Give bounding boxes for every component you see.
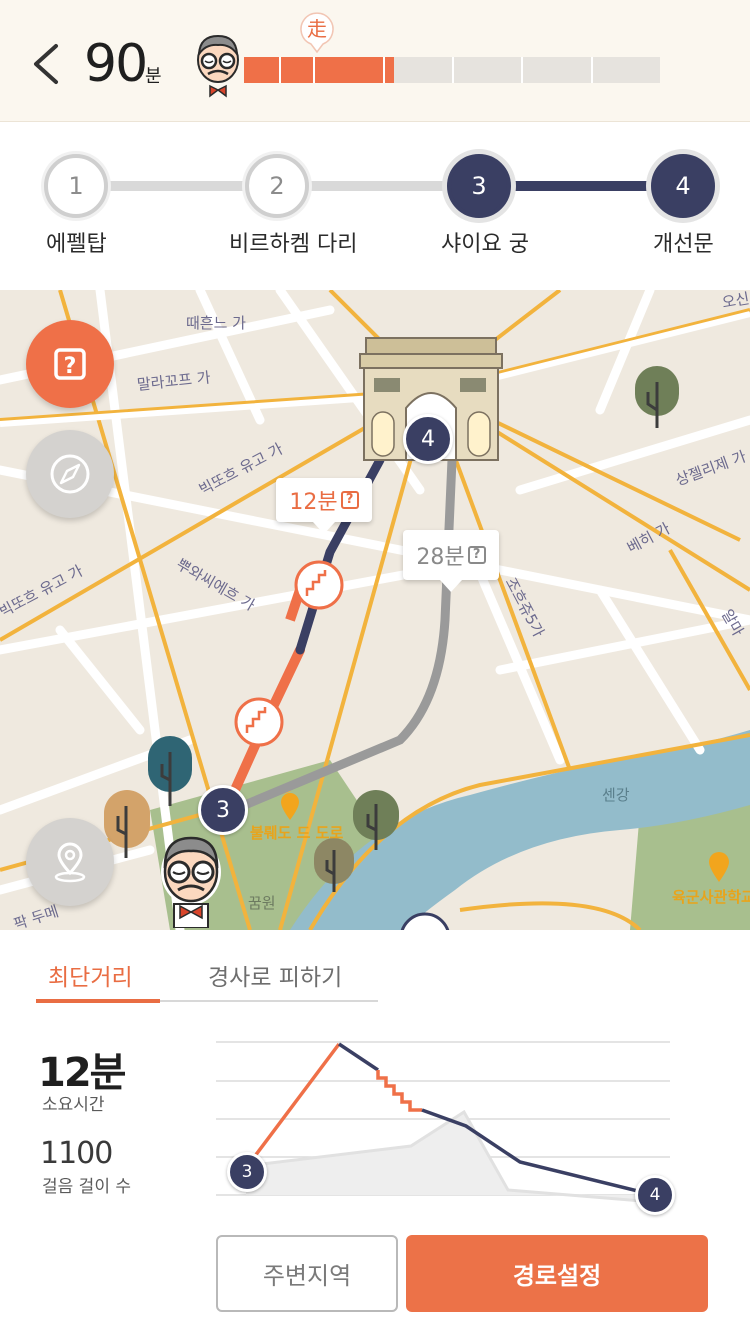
alt-route-time-callout[interactable]: 28분? bbox=[403, 530, 499, 592]
progress-divider bbox=[521, 57, 523, 83]
question-icon: ? bbox=[467, 546, 486, 564]
tab-avoid-slopes[interactable]: 경사로 피하기 bbox=[208, 958, 342, 992]
svg-text:?: ? bbox=[64, 354, 77, 379]
nearby-area-button[interactable]: 주변지역 bbox=[216, 1235, 398, 1312]
steps-value: 1100 bbox=[40, 1136, 113, 1171]
user-avatar-icon bbox=[161, 836, 221, 928]
chart-node-4: 4 bbox=[635, 1175, 675, 1215]
step-1-label: 에펠탑 bbox=[46, 232, 107, 257]
route-stepper bbox=[0, 122, 750, 290]
step-2-button[interactable]: 2 bbox=[245, 154, 309, 218]
step-4-label: 개선문 bbox=[653, 232, 714, 257]
remaining-time: 90 bbox=[84, 34, 148, 94]
step-number: 2 bbox=[269, 172, 285, 200]
step-number: 1 bbox=[68, 172, 84, 200]
progress-divider bbox=[591, 57, 593, 83]
callout-time: 28분 bbox=[416, 545, 465, 570]
street-label: 때흔느 가 bbox=[186, 314, 246, 332]
time-progress-fill bbox=[244, 57, 394, 83]
node-number: 3 bbox=[216, 797, 230, 823]
chart-node-number: 3 bbox=[241, 1162, 253, 1182]
steps-label: 걸음 걸이 수 bbox=[42, 1177, 132, 1197]
river-label: 센강 bbox=[602, 786, 630, 804]
shortest-route-time-callout[interactable]: 12분? bbox=[276, 478, 372, 534]
park-label: 꿈원 bbox=[248, 894, 276, 912]
progress-divider bbox=[452, 57, 454, 83]
shortest-route-profile-dark bbox=[338, 1042, 379, 1072]
step-number: 4 bbox=[675, 172, 691, 200]
map-canvas bbox=[0, 290, 750, 930]
walk-marker-label: 走 bbox=[307, 17, 327, 41]
chart-node-number: 4 bbox=[649, 1185, 661, 1205]
location-button[interactable] bbox=[26, 818, 114, 906]
compass-icon bbox=[50, 454, 90, 494]
remaining-time-unit: 분 bbox=[145, 66, 162, 87]
tab-shortest-distance[interactable]: 최단거리 bbox=[48, 958, 133, 992]
tab-active-indicator bbox=[36, 999, 160, 1003]
chart-node-3: 3 bbox=[227, 1152, 267, 1192]
map-node-4[interactable]: 4 bbox=[403, 414, 453, 464]
compass-button[interactable] bbox=[26, 430, 114, 518]
step-number: 3 bbox=[471, 172, 487, 200]
top-bar: 90 분 走 bbox=[0, 0, 750, 122]
back-button[interactable] bbox=[22, 36, 72, 92]
step-2-label: 비르하켐 다리 bbox=[229, 232, 358, 257]
step-4-button[interactable]: 4 bbox=[651, 154, 715, 218]
chevron-left-icon bbox=[34, 44, 58, 84]
set-route-button[interactable]: 경로설정 bbox=[406, 1235, 708, 1312]
elevation-profile bbox=[216, 1041, 670, 1204]
progress-divider bbox=[313, 57, 315, 83]
shortest-route-profile-orange bbox=[244, 1042, 341, 1170]
question-icon: ? bbox=[340, 491, 359, 509]
callout-time: 12분 bbox=[289, 490, 338, 515]
node-number: 4 bbox=[421, 426, 435, 452]
old-man-avatar-icon bbox=[197, 34, 239, 98]
location-pin-icon bbox=[54, 842, 86, 883]
help-button[interactable]: ? bbox=[26, 320, 114, 408]
step-3-button[interactable]: 3 bbox=[447, 154, 511, 218]
progress-divider bbox=[383, 57, 385, 83]
walk-marker-icon: 走 bbox=[300, 12, 334, 54]
progress-divider bbox=[279, 57, 281, 83]
street-label: 불뤠도 드 도로 bbox=[250, 824, 344, 842]
poi-label: 육군사관학교 bbox=[672, 888, 750, 906]
step-3-label: 샤이요 궁 bbox=[441, 232, 529, 257]
shortest-route-profile-stairs bbox=[376, 1070, 422, 1112]
question-icon: ? bbox=[54, 348, 86, 380]
step-1-button[interactable]: 1 bbox=[44, 154, 108, 218]
duration-label: 소요시간 bbox=[42, 1095, 105, 1115]
time-progress-bar bbox=[244, 57, 660, 83]
route-map[interactable]: 때흔느 가 말라꼬프 가 빅또흐 유고 가 뿌와씨에흐 가 빅또흐 유고 가 상… bbox=[0, 290, 750, 930]
